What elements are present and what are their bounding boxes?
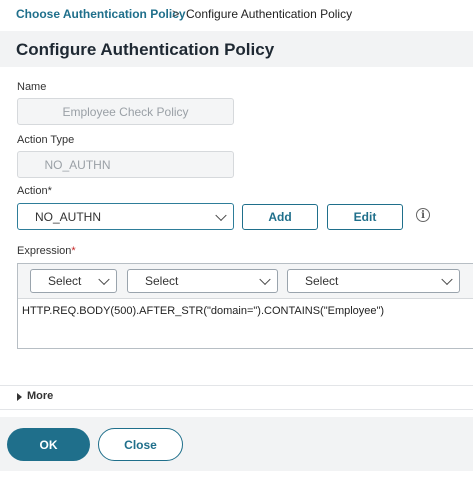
add-action-button[interactable]: Add [242,204,318,230]
expression-select-1[interactable]: Select [30,269,117,293]
chevron-down-icon [98,273,110,286]
expression-select-2[interactable]: Select [127,269,278,293]
name-field: Employee Check Policy [17,98,234,125]
caret-right-icon[interactable] [17,393,22,401]
expression-text[interactable]: HTTP.REQ.BODY(500).AFTER_STR("domain=").… [22,305,384,317]
chevron-down-icon [441,273,453,286]
action-label: Action* [17,185,52,197]
breadcrumb-link-choose-policy[interactable]: Choose Authentication Policy [16,7,186,21]
expression-select-3[interactable]: Select [287,269,460,293]
action-select[interactable]: NO_AUTHN [17,203,234,230]
edit-action-button[interactable]: Edit [327,204,403,230]
expression-select-2-value: Select [145,274,179,288]
name-label: Name [17,81,47,93]
chevron-down-icon [215,209,227,221]
action-type-label: Action Type [17,134,75,146]
info-icon[interactable]: i [416,208,430,222]
breadcrumb-current: Configure Authentication Policy [186,7,353,21]
action-type-field: NO_AUTHN [17,151,234,178]
expression-label: Expression* [17,245,76,257]
close-button[interactable]: Close [98,428,183,461]
divider [0,409,473,410]
chevron-down-icon [259,273,271,286]
expression-select-1-value: Select [48,274,82,288]
ok-button[interactable]: OK [7,428,90,461]
expression-select-3-value: Select [305,274,339,288]
more-toggle[interactable]: More [27,390,53,402]
action-select-value: NO_AUTHN [35,209,102,224]
required-marker: * [71,245,76,257]
divider [0,385,473,386]
breadcrumb-separator-icon: > [172,6,180,21]
page-title: Configure Authentication Policy [16,40,275,59]
required-marker: * [47,185,52,197]
